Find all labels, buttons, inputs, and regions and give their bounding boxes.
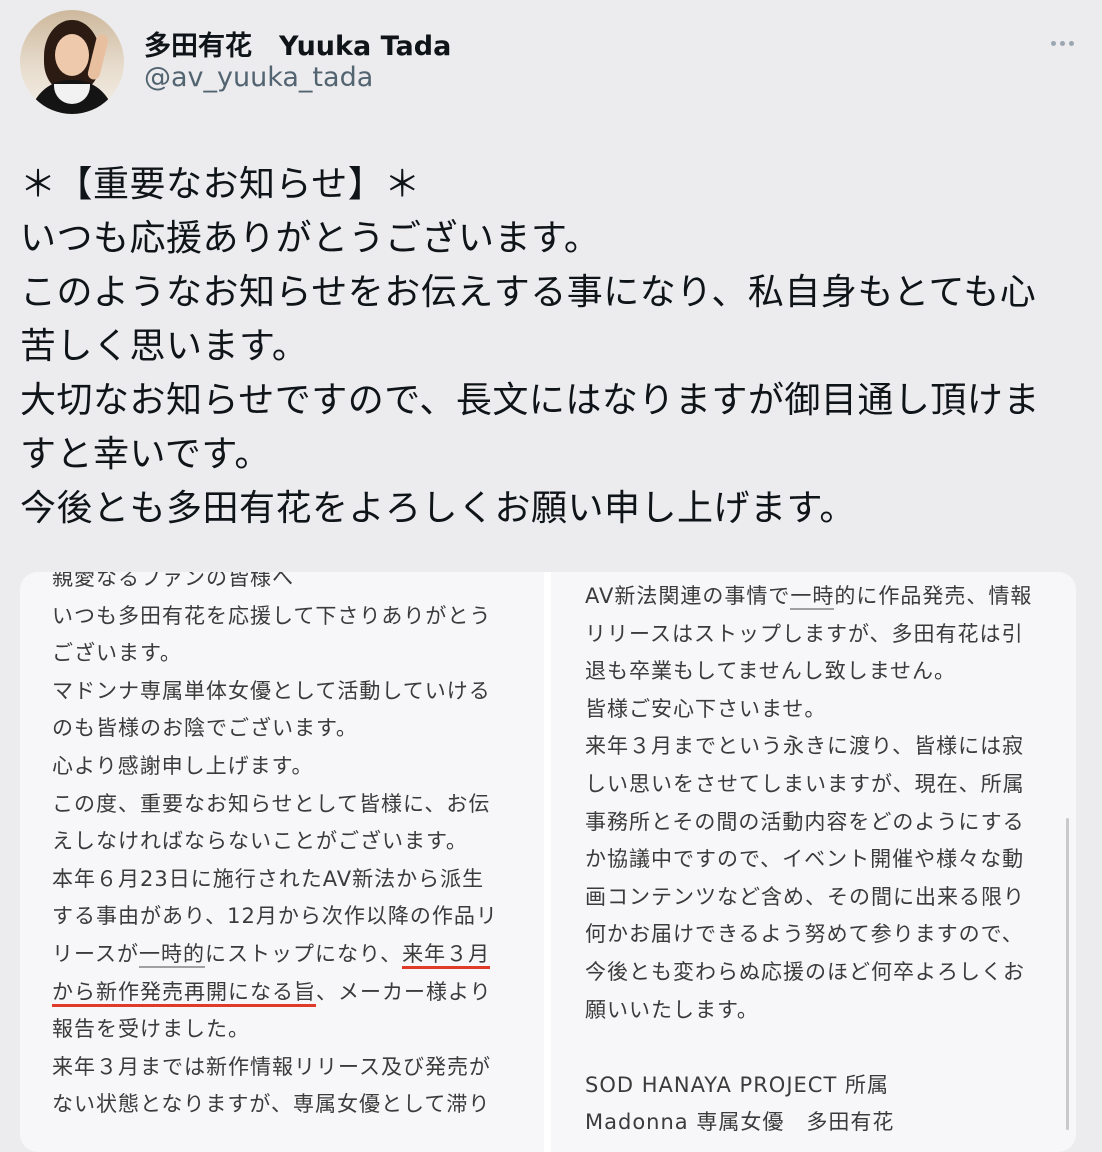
image-divider: [544, 572, 551, 1152]
attached-images[interactable]: 親愛なるファンの皆様へ いつも多田有花を応援して下さりありがとう ございます。 …: [20, 572, 1076, 1152]
letter-line: 願いいたします。: [585, 997, 759, 1022]
letter-line: 来年３月までは新作情報リリース及び発売が: [52, 1054, 491, 1079]
letter-line: 何かお届けできるよう努めて参りますので、: [585, 922, 1024, 947]
tweet-text: ＊【重要なお知らせ】＊ いつも応援ありがとうございます。 このようなお知らせをお…: [20, 158, 1090, 536]
highlighted-text: から新作発売再開になる旨: [52, 979, 316, 1007]
letter-line: えしなければならないことがございます。: [52, 829, 468, 854]
highlighted-text: 来年３月: [402, 941, 491, 969]
tweet-line: 今後とも多田有花をよろしくお願い申し上げます。: [20, 488, 856, 529]
letter-segment: 的に作品発売、情報: [834, 584, 1033, 608]
more-options-icon[interactable]: [1046, 28, 1078, 58]
author-display-name[interactable]: 多田有花 Yuuka Tada: [144, 24, 451, 63]
letter-line: 退も卒業もしてませんし致しません。: [585, 659, 957, 684]
letter-image-right[interactable]: AV新法関連の事情で一時的に作品発売、情報 リリースはストップしますが、多田有花…: [551, 572, 1076, 1152]
underlined-text: 一時: [790, 584, 835, 610]
letter-line: 今後とも変わらぬ応援のほど何卒よろしくお: [585, 959, 1025, 984]
letter-text-right: AV新法関連の事情で一時的に作品発売、情報 リリースはストップしますが、多田有花…: [585, 578, 1032, 1142]
letter-line: リースが一時的にストップになり、来年３月: [52, 936, 498, 974]
tweet-line: ＊【重要なお知らせ】＊: [20, 164, 421, 205]
letter-line: 親愛なるファンの皆様へ: [52, 572, 294, 590]
tweet-line: 大切なお知らせですので、長文にはなりますが御目通し頂けま: [20, 380, 1040, 421]
avatar-face: [55, 34, 89, 76]
letter-line: しい思いをさせてしまいますが、現在、所属: [585, 771, 1025, 796]
letter-text-left: 親愛なるファンの皆様へ いつも多田有花を応援して下さりありがとう ございます。 …: [52, 572, 498, 1124]
letter-line: か協議中ですので、イベント開催や様々な動: [585, 847, 1025, 872]
letter-line: 来年３月までという永きに渡り、皆様には寂: [585, 734, 1025, 759]
letter-line: この度、重要なお知らせとして皆様に、お伝: [52, 791, 491, 816]
letter-line: 心より感謝申し上げます。: [52, 753, 314, 778]
tweet-line: いつも応援ありがとうございます。: [20, 218, 601, 259]
letter-line: AV新法関連の事情で一時的に作品発売、情報: [585, 578, 1032, 616]
underlined-text: 一時的: [138, 941, 205, 968]
letter-segment: AV新法関連の事情で: [585, 584, 791, 608]
letter-line: リリースはストップしますが、多田有花は引: [585, 621, 1024, 646]
letter-line: 事務所とその間の活動内容をどのようにする: [585, 809, 1025, 834]
author-handle[interactable]: @av_yuuka_tada: [144, 62, 373, 93]
letter-line: 本年６月23日に施行されたAV新法から派生: [52, 866, 485, 891]
letter-image-left[interactable]: 親愛なるファンの皆様へ いつも多田有花を応援して下さりありがとう ございます。 …: [20, 572, 544, 1152]
letter-line: いつも多田有花を応援して下さりありがとう: [52, 603, 492, 628]
tweet-line: 苦しく思います。: [20, 326, 309, 367]
letter-line: ございます。: [52, 641, 182, 666]
letter-segment: リースが: [52, 941, 139, 966]
letter-line: から新作発売再開になる旨、メーカー様より: [52, 974, 498, 1012]
tweet-line: このようなお知らせをお伝えする事になり、私自身もとても心: [20, 272, 1037, 313]
letter-line: マドンナ専属単体女優として活動していける: [52, 678, 491, 703]
letter-line: SOD HANAYA PROJECT 所属: [585, 1072, 889, 1097]
letter-segment: にストップになり、: [204, 941, 403, 966]
letter-line: 皆様ご安心下さいませ。: [585, 696, 827, 721]
letter-line: 報告を受けました。: [52, 1017, 250, 1042]
letter-line: Madonna 専属女優 多田有花: [585, 1110, 895, 1135]
letter-line: する事由があり、12月から次作以降の作品リ: [52, 904, 498, 929]
letter-line: 画コンテンツなど含め、その間に出来る限り: [585, 884, 1025, 909]
letter-line: のも皆様のお陰でございます。: [52, 716, 358, 741]
tweet-line: すと幸いです。: [20, 434, 271, 475]
letter-segment: 、メーカー様より: [316, 979, 492, 1004]
scrollbar[interactable]: [1066, 818, 1069, 1130]
profile-avatar[interactable]: [20, 10, 124, 114]
letter-line: ない状態となりますが、専属女優として滞り: [52, 1092, 491, 1117]
